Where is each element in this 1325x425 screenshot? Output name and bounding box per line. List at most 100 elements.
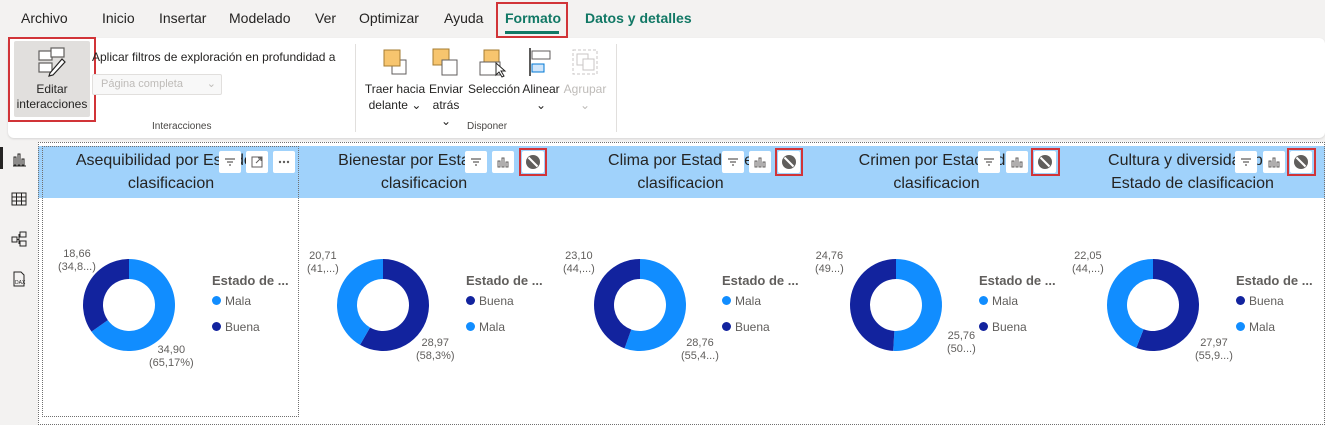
legend-dot bbox=[979, 322, 988, 331]
data-label: 24,76 (49...) bbox=[815, 250, 844, 276]
donut-slice-mala[interactable] bbox=[893, 259, 942, 351]
legend-label: Buena bbox=[225, 320, 260, 334]
ribbon-separator bbox=[355, 44, 356, 132]
menu-bar: Archivo Inicio Insertar Modelado Ver Opt… bbox=[0, 0, 1325, 38]
legend-item[interactable]: Buena bbox=[466, 294, 514, 308]
align-icon bbox=[529, 48, 551, 76]
menu-ver[interactable]: Ver bbox=[315, 10, 336, 26]
legend-dot bbox=[979, 296, 988, 305]
legend-dot bbox=[1236, 322, 1245, 331]
legend-dot bbox=[722, 322, 731, 331]
legend-label: Mala bbox=[735, 294, 762, 308]
legend-item[interactable]: Mala bbox=[466, 320, 505, 334]
legend-label: Buena bbox=[735, 320, 770, 334]
data-label-percent: (55,9...) bbox=[1195, 350, 1233, 362]
data-label-percent: (58,3%) bbox=[416, 350, 455, 362]
data-label: 22,05 (44,...) bbox=[1072, 250, 1104, 276]
legend-title: Estado de ... bbox=[466, 273, 543, 288]
legend-item[interactable]: Buena bbox=[212, 320, 260, 334]
active-view-indicator bbox=[0, 147, 3, 169]
ribbon-separator bbox=[616, 44, 617, 132]
chevron-down-icon: ⌄ bbox=[535, 98, 547, 112]
legend-dot bbox=[212, 322, 221, 331]
filtros-dropdown-value: Página completa bbox=[101, 78, 183, 90]
menu-modelado[interactable]: Modelado bbox=[229, 10, 291, 26]
traer-label-1: Traer hacia bbox=[364, 82, 426, 96]
donut-slice-buena[interactable] bbox=[849, 259, 896, 351]
legend-label: Buena bbox=[1249, 294, 1284, 308]
legend-item[interactable]: Buena bbox=[722, 320, 770, 334]
legend-label: Mala bbox=[1249, 320, 1276, 334]
data-label-value: 24,76 bbox=[815, 250, 844, 262]
traer-adelante-button[interactable]: Traer hacia delante ⌄ bbox=[364, 44, 426, 116]
data-label-value: 27,97 bbox=[1200, 337, 1228, 349]
legend-item[interactable]: Buena bbox=[979, 320, 1027, 334]
legend-title: Estado de ... bbox=[722, 273, 799, 288]
chevron-down-icon: ⌄ bbox=[407, 98, 422, 112]
editar-label-1: Editar bbox=[36, 82, 68, 96]
data-label-percent: (65,17%) bbox=[149, 357, 194, 369]
menu-optimizar[interactable]: Optimizar bbox=[359, 10, 419, 26]
agrupar-button[interactable]: Agrupar ⌄ bbox=[561, 44, 609, 116]
data-label-value: 28,97 bbox=[421, 337, 450, 349]
filtros-dropdown[interactable]: Página completa ⌄ bbox=[92, 74, 222, 95]
data-label-percent: (34,8...) bbox=[58, 261, 96, 273]
data-label-value: 34,90 bbox=[157, 344, 186, 356]
menu-insertar[interactable]: Insertar bbox=[159, 10, 206, 26]
chevron-down-icon: ⌄ bbox=[206, 78, 216, 90]
legend-item[interactable]: Buena bbox=[1236, 294, 1284, 308]
menu-ayuda[interactable]: Ayuda bbox=[444, 10, 483, 26]
editar-label-2: interacciones bbox=[16, 97, 88, 111]
legend-title: Estado de ... bbox=[1236, 273, 1313, 288]
bar-chart-icon[interactable] bbox=[11, 151, 27, 167]
enviar-label-1: Enviar bbox=[428, 82, 463, 96]
menu-archivo[interactable]: Archivo bbox=[21, 10, 68, 26]
menu-datos-detalles[interactable]: Datos y detalles bbox=[585, 10, 692, 26]
view-sidebar: DAX bbox=[0, 142, 38, 425]
data-label: 18,66 (34,8...) bbox=[58, 248, 96, 274]
data-label: 27,97 (55,9...) bbox=[1195, 337, 1233, 363]
legend-item[interactable]: Mala bbox=[212, 294, 251, 308]
data-label-value: 23,10 bbox=[565, 250, 593, 262]
legend-dot bbox=[722, 296, 731, 305]
agrupar-label: Agrupar bbox=[563, 82, 607, 96]
data-label-percent: (55,4...) bbox=[681, 350, 719, 362]
model-icon[interactable] bbox=[11, 231, 27, 247]
legend-label: Mala bbox=[225, 294, 252, 308]
menu-formato[interactable]: Formato bbox=[505, 10, 561, 26]
data-label-value: 25,76 bbox=[947, 330, 976, 342]
legend-label: Mala bbox=[992, 294, 1019, 308]
data-label-percent: (41,...) bbox=[307, 263, 339, 275]
data-label: 25,76 (50...) bbox=[947, 330, 976, 356]
dax-icon[interactable]: DAX bbox=[11, 271, 27, 287]
data-label: 28,76 (55,4...) bbox=[681, 337, 719, 363]
legend-dot bbox=[1236, 296, 1245, 305]
editar-interacciones-button[interactable]: Editar interacciones bbox=[14, 41, 90, 117]
data-label: 28,97 (58,3%) bbox=[416, 337, 455, 363]
data-label-percent: (49...) bbox=[815, 263, 844, 275]
data-label-percent: (44,...) bbox=[1072, 263, 1104, 275]
menu-inicio[interactable]: Inicio bbox=[102, 10, 135, 26]
data-label: 23,10 (44,...) bbox=[563, 250, 595, 276]
legend-item[interactable]: Mala bbox=[722, 294, 761, 308]
data-label-percent: (44,...) bbox=[563, 263, 595, 275]
traer-label-2: delante bbox=[368, 98, 408, 112]
data-label-value: 22,05 bbox=[1074, 250, 1102, 262]
seleccion-button[interactable]: Selección bbox=[467, 44, 521, 116]
filtros-label: Aplicar filtros de exploración en profun… bbox=[92, 50, 336, 64]
data-label-value: 28,76 bbox=[686, 337, 714, 349]
disponer-group-label: Disponer bbox=[467, 121, 508, 132]
legend-item[interactable]: Mala bbox=[979, 294, 1018, 308]
alinear-button[interactable]: Alinear ⌄ bbox=[521, 44, 561, 116]
legend-item[interactable]: Mala bbox=[1236, 320, 1275, 334]
legend-label: Buena bbox=[992, 320, 1027, 334]
chevron-down-icon: ⌄ bbox=[440, 114, 452, 128]
data-label-percent: (50...) bbox=[947, 343, 976, 355]
legend-dot bbox=[212, 296, 221, 305]
edit-interactions-icon bbox=[38, 47, 66, 77]
send-backward-icon bbox=[432, 48, 458, 76]
enviar-atras-button[interactable]: Enviar atrás ⌄ bbox=[426, 44, 466, 128]
table-grid-icon[interactable] bbox=[11, 191, 27, 207]
active-tab-underline bbox=[505, 31, 559, 34]
report-canvas[interactable]: Asequibilidad por Estado d clasificacion… bbox=[38, 142, 1325, 425]
